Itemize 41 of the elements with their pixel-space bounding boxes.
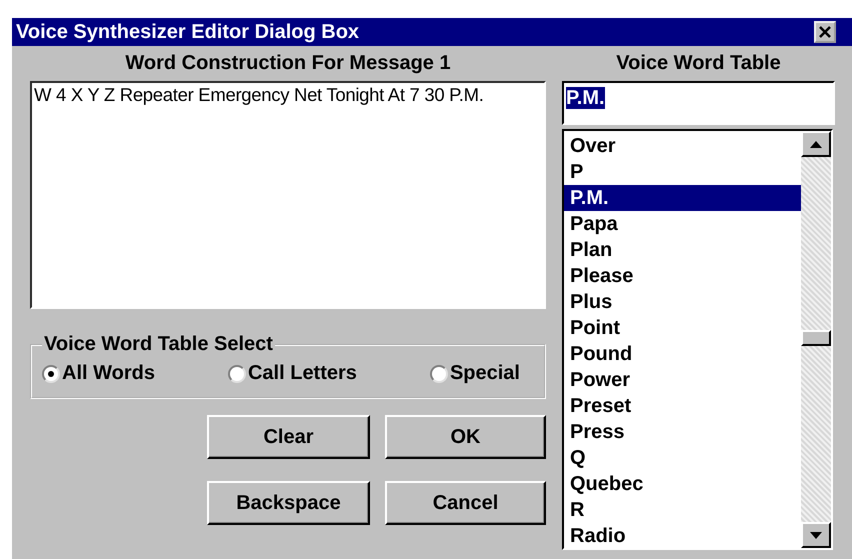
radio-circle[interactable] [42, 364, 60, 382]
list-item[interactable]: P [564, 159, 801, 185]
list-item[interactable]: Please [564, 263, 801, 289]
scroll-bar[interactable] [801, 131, 831, 548]
list-item[interactable]: Power [564, 367, 801, 393]
window-title: Voice Synthesizer Editor Dialog Box [16, 20, 360, 44]
close-button[interactable] [814, 21, 836, 43]
scroll-up-button[interactable] [801, 131, 831, 157]
list-item[interactable]: Plus [564, 289, 801, 315]
radio-circle[interactable] [228, 364, 246, 382]
list-item[interactable]: R [564, 497, 801, 523]
group-label: Voice Word Table Select [43, 333, 274, 356]
radio-option[interactable]: Special [430, 362, 520, 385]
scroll-down-button[interactable] [801, 522, 831, 548]
section-label: Word Construction For Message 1 [124, 52, 452, 76]
list-item[interactable]: Radio [564, 523, 801, 549]
list-item[interactable]: Plan [564, 237, 801, 263]
field-value: P.M. [566, 87, 605, 109]
radio-option[interactable]: Call Letters [228, 362, 357, 385]
radio-option[interactable]: All Words [42, 362, 155, 385]
list-item[interactable]: Preset [564, 393, 801, 419]
dialog-button[interactable]: OK [385, 415, 546, 459]
down-arrow-icon [810, 532, 822, 538]
up-arrow-icon [810, 140, 822, 148]
word-field[interactable]: P.M. [562, 81, 835, 125]
list-item[interactable]: Quebec [564, 471, 801, 497]
list-item[interactable]: Over [564, 133, 801, 159]
radio-circle[interactable] [430, 364, 448, 382]
list-item[interactable]: Q [564, 445, 801, 471]
list-item[interactable]: Point [564, 315, 801, 341]
section-label: Voice Word Table [615, 52, 782, 76]
close-icon [818, 25, 832, 39]
message-field[interactable]: W 4 X Y Z Repeater Emergency Net Tonight At 7 30 P.M. [30, 81, 546, 309]
list-item[interactable]: Pound [564, 341, 801, 367]
dialog-button[interactable]: Cancel [385, 481, 546, 525]
scroll-thumb[interactable] [801, 330, 831, 346]
dialog-button[interactable]: Backspace [207, 481, 370, 525]
list-item[interactable]: Press [564, 419, 801, 445]
dialog-button[interactable]: Clear [207, 415, 370, 459]
list-item[interactable]: P.M. [564, 185, 801, 211]
list-item[interactable]: Papa [564, 211, 801, 237]
